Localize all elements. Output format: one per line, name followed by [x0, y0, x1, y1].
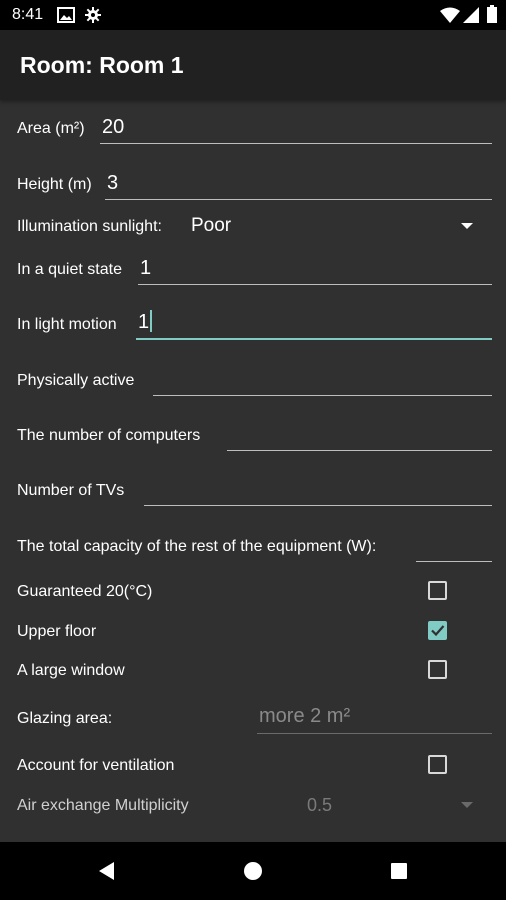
height-input[interactable]: 3 [105, 168, 492, 200]
air-exchange-spinner[interactable]: 0.5 [300, 794, 490, 820]
area-value: 20 [102, 116, 125, 138]
upper-floor-checkbox[interactable] [428, 621, 447, 640]
tvs-input[interactable] [144, 474, 492, 506]
illumination-row: Illumination sunlight: Poor [0, 214, 506, 244]
illumination-spinner[interactable]: Poor [185, 214, 490, 242]
air-exchange-value: 0.5 [307, 795, 333, 815]
status-bar: 8:41 [0, 0, 506, 30]
area-input[interactable]: 20 [100, 112, 492, 144]
status-time: 8:41 [12, 6, 44, 23]
ventilation-checkbox[interactable] [428, 755, 447, 774]
physically-active-input[interactable] [153, 364, 492, 396]
physically-active-label: Physically active [17, 372, 135, 389]
image-icon [57, 7, 75, 28]
equipment-input[interactable] [416, 530, 492, 562]
tvs-label: Number of TVs [17, 482, 125, 499]
upper-floor-label: Upper floor [17, 623, 97, 640]
light-motion-value-wrap: 1 [138, 310, 153, 334]
computers-input[interactable] [227, 419, 492, 451]
air-exchange-row: Air exchange Multiplicity 0.5 [0, 794, 506, 822]
back-icon[interactable] [92, 856, 122, 886]
recents-icon[interactable] [384, 856, 414, 886]
wifi-icon [440, 7, 460, 28]
light-motion-value: 1 [138, 311, 150, 333]
gear-icon [85, 7, 101, 28]
app-bar: Room: Room 1 [0, 30, 506, 100]
checkmark-icon [431, 625, 445, 637]
height-value: 3 [107, 172, 119, 194]
illumination-value: Poor [191, 215, 232, 236]
ventilation-label: Account for ventilation [17, 757, 175, 774]
page-title: Room: Room 1 [20, 52, 184, 78]
guaranteed-checkbox[interactable] [428, 581, 447, 600]
chevron-down-icon [461, 223, 473, 229]
glazing-label: Glazing area: [17, 710, 113, 727]
light-motion-input[interactable]: 1 [136, 308, 492, 340]
signal-icon [463, 7, 479, 28]
text-cursor [150, 310, 153, 332]
glazing-input[interactable]: more 2 m² [257, 702, 492, 734]
illumination-label: Illumination sunlight: [17, 218, 162, 235]
large-window-label: A large window [17, 662, 125, 679]
quiet-input[interactable]: 1 [138, 253, 492, 285]
quiet-value: 1 [140, 257, 152, 279]
quiet-label: In a quiet state [17, 261, 122, 278]
battery-icon [487, 5, 497, 28]
light-motion-label: In light motion [17, 316, 117, 333]
equipment-label: The total capacity of the rest of the eq… [17, 538, 377, 555]
area-label: Area (m²) [17, 120, 85, 137]
navigation-bar [0, 842, 506, 900]
computers-label: The number of computers [17, 427, 201, 444]
large-window-checkbox[interactable] [428, 660, 447, 679]
guaranteed-label: Guaranteed 20(°C) [17, 583, 153, 600]
home-icon[interactable] [238, 856, 268, 886]
air-exchange-label: Air exchange Multiplicity [17, 797, 189, 814]
height-label: Height (m) [17, 176, 92, 193]
chevron-down-icon [461, 802, 473, 808]
glazing-placeholder: more 2 m² [259, 705, 351, 727]
